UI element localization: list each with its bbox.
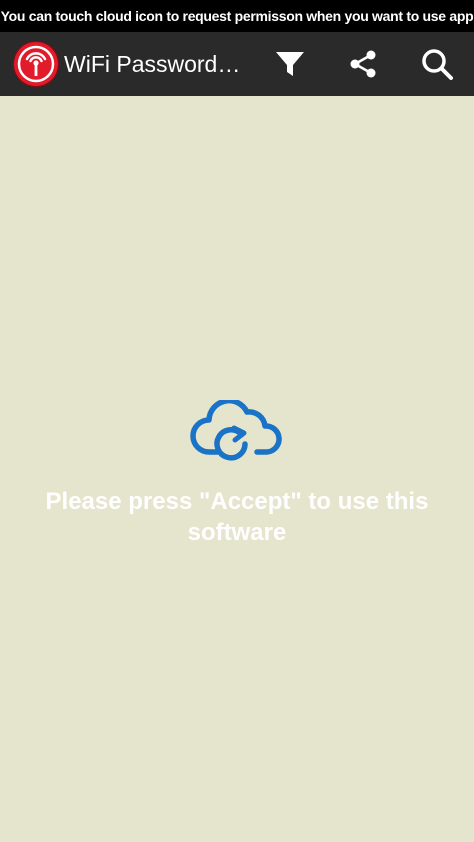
wifi-tower-icon (14, 42, 58, 86)
app-title: WiFi Password… (64, 50, 241, 77)
cloud-sync-icon[interactable] (189, 400, 285, 472)
search-button[interactable] (413, 40, 461, 88)
accept-message: Please press "Accept" to use this softwa… (45, 488, 429, 546)
top-banner: You can touch cloud icon to request perm… (0, 0, 474, 32)
filter-funnel-icon (276, 52, 304, 76)
app-toolbar: WiFi Password… (0, 32, 474, 96)
permission-panel: Please press "Accept" to use this softwa… (0, 400, 474, 548)
share-button[interactable] (339, 40, 387, 88)
search-icon (422, 49, 453, 80)
share-icon (350, 50, 376, 78)
filter-button[interactable] (266, 40, 314, 88)
banner-text: You can touch cloud icon to request perm… (0, 8, 474, 24)
